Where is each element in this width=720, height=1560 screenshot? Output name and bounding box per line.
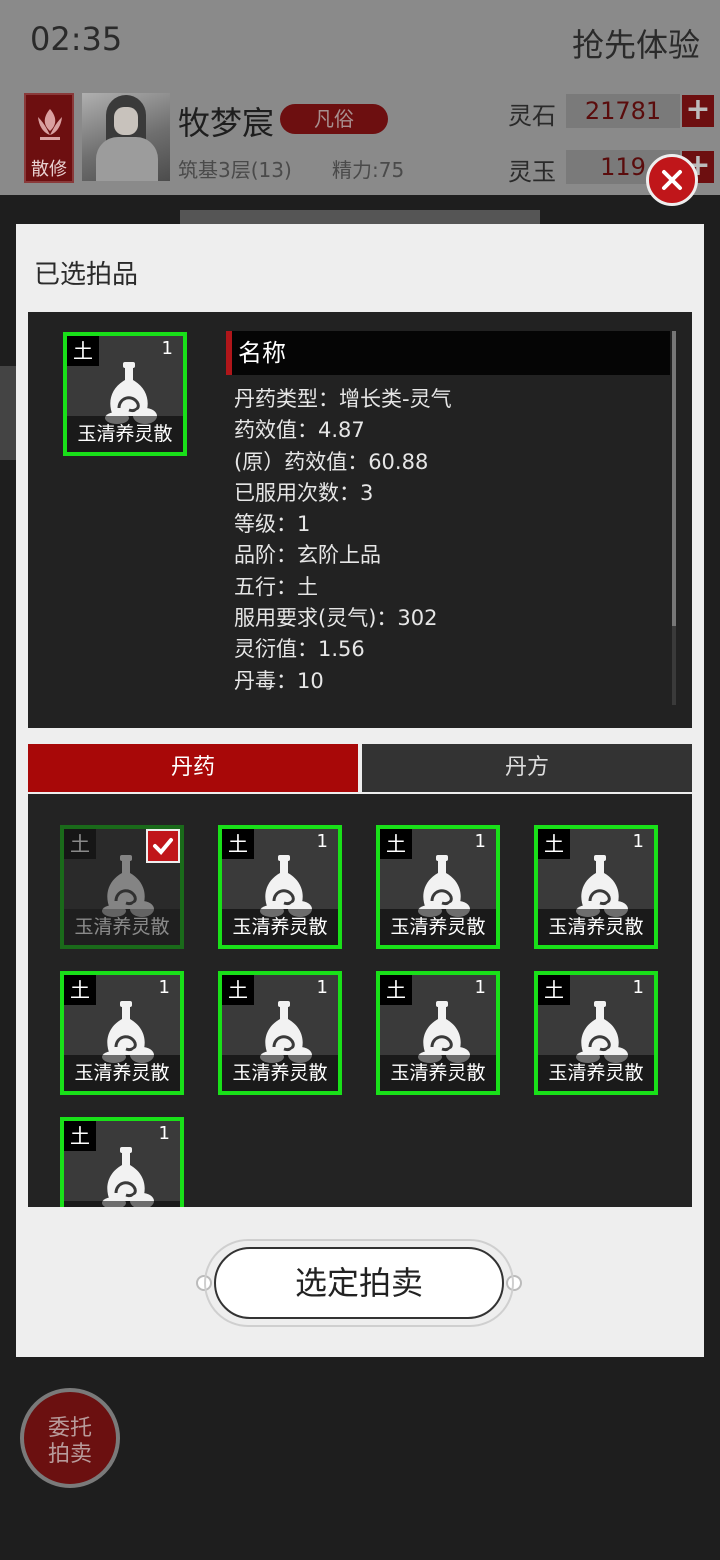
element-tag: 土 <box>538 975 570 1005</box>
item-name: 玉清养灵散 <box>538 909 654 945</box>
item-quantity: 1 <box>158 977 170 998</box>
item-card[interactable]: 土 1 玉清养灵散 <box>376 971 500 1095</box>
confirm-button-frame: 选定拍卖 <box>204 1239 514 1327</box>
element-tag: 土 <box>222 829 254 859</box>
item-card[interactable]: 土 1 玉清养灵散 <box>534 825 658 949</box>
early-access-label[interactable]: 抢先体验 <box>572 20 700 66</box>
item-quantity: 1 <box>316 977 328 998</box>
item-card[interactable]: 土 1 玉清养灵散 <box>218 971 342 1095</box>
sect-badge[interactable]: 散修 <box>24 93 74 183</box>
add-spirit-stone-button[interactable]: + <box>682 95 714 127</box>
item-card[interactable]: 土 1 玉清养灵散 <box>218 825 342 949</box>
item-quantity: 1 <box>161 338 173 359</box>
selected-check-badge <box>146 829 180 863</box>
status-time: 02:35 <box>30 20 123 58</box>
item-quantity: 1 <box>474 831 486 852</box>
avatar-face <box>114 107 138 135</box>
pill-bottle-icon <box>102 1147 154 1207</box>
element-tag: 土 <box>64 1121 96 1151</box>
lotus-emblem-icon <box>38 109 62 140</box>
item-name: 玉清养灵散 <box>67 416 183 452</box>
close-icon <box>662 170 682 190</box>
background-tab-strip <box>180 210 540 224</box>
element-tag: 土 <box>380 975 412 1005</box>
attribute-line: (原）药效值：60.88 <box>234 449 429 474</box>
attribute-line: 丹毒：10 <box>234 668 324 693</box>
item-name: 玉清养灵散 <box>222 909 338 945</box>
item-detail-panel: 土 1 玉清养灵散 名称 丹药类型：增长类-灵气 药效值：4.87 (原）药效值：6… <box>28 312 692 728</box>
item-name: 玉清养灵散 <box>380 1055 496 1091</box>
entrust-auction-button[interactable]: 委托 拍卖 <box>20 1388 120 1488</box>
item-name: 玉清养灵散 <box>380 909 496 945</box>
item-name: 玉清养灵散 <box>64 1201 180 1207</box>
spirit-stone-value: 21781 <box>566 94 680 128</box>
attribute-line: 服用要求(灵气)：302 <box>234 606 438 631</box>
energy-value: 精力:75 <box>332 158 405 182</box>
element-tag: 土 <box>67 336 99 366</box>
entrust-label-line1: 委托 <box>47 1416 92 1441</box>
selected-auction-item-dialog: 已选拍品 土 1 玉清养灵散 名称 丹药类型：增长类-灵气 药效值：4.87 (原）… <box>16 224 704 1357</box>
element-tag: 土 <box>222 975 254 1005</box>
item-quantity: 1 <box>632 977 644 998</box>
item-quantity: 1 <box>474 977 486 998</box>
selected-item-card[interactable]: 土 1 玉清养灵散 <box>63 332 187 456</box>
tab-recipes[interactable]: 丹方 <box>362 744 692 792</box>
element-tag: 土 <box>380 829 412 859</box>
checkmark-icon <box>153 838 173 855</box>
attribute-line: 等级：1 <box>234 512 311 537</box>
avatar-robe <box>96 137 158 181</box>
rank-badge: 凡俗 <box>280 104 388 134</box>
element-tag: 土 <box>538 829 570 859</box>
item-name: 玉清养灵散 <box>222 1055 338 1091</box>
attribute-line: 已服用次数：3 <box>234 480 374 505</box>
confirm-auction-button[interactable]: 选定拍卖 <box>214 1247 504 1319</box>
item-quantity: 1 <box>632 831 644 852</box>
item-name: 玉清养灵散 <box>64 909 180 945</box>
dialog-title: 已选拍品 <box>34 260 139 290</box>
detail-scrollbar[interactable] <box>672 331 676 705</box>
element-tag: 土 <box>64 829 96 859</box>
top-status-bar: 02:35 抢先体验 散修 牧梦宸 凡俗 筑基3层(13) 精力:75 灵石 2… <box>0 0 720 195</box>
background-panel-left <box>0 366 16 460</box>
scrollbar-thumb[interactable] <box>672 331 676 626</box>
spirit-stone-label: 灵石 <box>508 102 556 130</box>
element-tag: 土 <box>64 975 96 1005</box>
avatar[interactable] <box>82 93 170 181</box>
sect-label: 散修 <box>31 159 67 180</box>
close-button[interactable] <box>646 154 698 206</box>
entrust-label-line2: 拍卖 <box>47 1442 92 1467</box>
player-name: 牧梦宸 <box>178 104 275 142</box>
attribute-line: 五行：土 <box>234 574 318 599</box>
item-card[interactable]: 土 1 玉清养灵散 <box>534 971 658 1095</box>
spirit-jade-label: 灵玉 <box>508 158 556 186</box>
attribute-list[interactable]: 丹药类型：增长类-灵气 药效值：4.87 (原）药效值：60.88 已服用次数：3 等级… <box>234 384 674 704</box>
tab-pills[interactable]: 丹药 <box>28 744 358 792</box>
item-card[interactable]: 土玉清养灵散 <box>60 825 184 949</box>
cultivation-realm: 筑基3层(13) <box>178 158 292 182</box>
item-card[interactable]: 土 1 玉清养灵散 <box>376 825 500 949</box>
item-card[interactable]: 土 1 玉清养灵散 <box>60 1117 184 1207</box>
plus-icon: + <box>685 92 711 127</box>
attribute-line: 丹药类型：增长类-灵气 <box>234 387 452 411</box>
item-card[interactable]: 土 1 玉清养灵散 <box>60 971 184 1095</box>
attribute-line: 品阶：玄阶上品 <box>234 543 381 568</box>
category-tabs: 丹药 丹方 <box>28 744 692 792</box>
item-grid[interactable]: 土玉清养灵散土 1 玉清养灵散土 1 玉清养灵散土 1 玉清养灵散土 1 玉清养灵散土 1 玉清养灵… <box>28 794 692 1207</box>
item-name: 玉清养灵散 <box>538 1055 654 1091</box>
detail-name-header: 名称 <box>226 331 670 375</box>
item-name: 玉清养灵散 <box>64 1055 180 1091</box>
item-quantity: 1 <box>316 831 328 852</box>
item-quantity: 1 <box>158 1123 170 1144</box>
attribute-line: 药效值：4.87 <box>234 418 365 443</box>
attribute-line: 灵衍值：1.56 <box>234 637 365 662</box>
